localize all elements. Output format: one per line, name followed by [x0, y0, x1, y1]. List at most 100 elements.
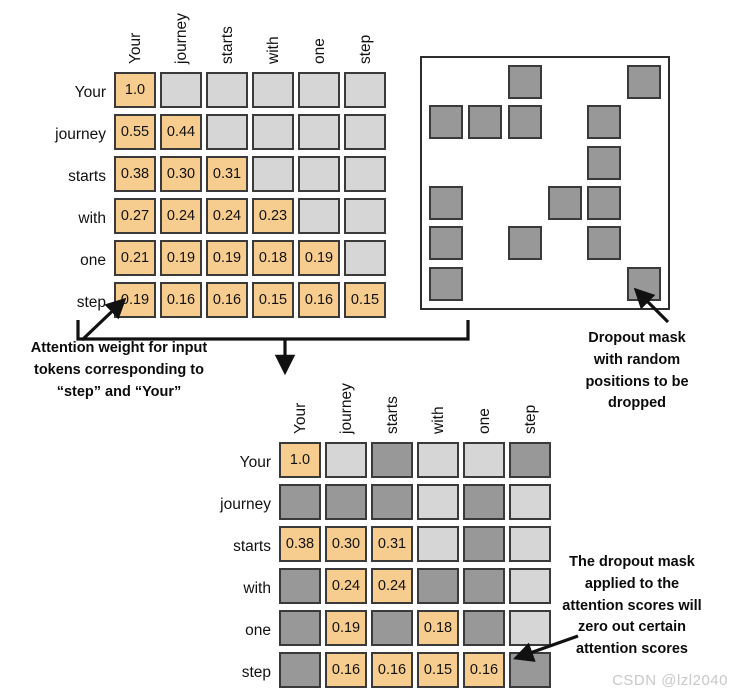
attention-row: one 0.21 0.19 0.19 0.18 0.19 [42, 240, 390, 282]
applied-note-annotation: The dropout mask applied to the attentio… [562, 554, 702, 657]
attention-cell: 0.23 [252, 198, 294, 234]
row-header-label: one [245, 622, 271, 639]
mask-cell-slot [426, 62, 466, 102]
mask-cell-slot [585, 223, 625, 263]
mask-cell-slot [624, 223, 664, 263]
row-header-label: Your [239, 454, 271, 471]
mask-cell-kept [468, 146, 502, 180]
mask-cell-slot [466, 183, 506, 223]
masked-cell [509, 484, 551, 520]
column-header-label: step [357, 34, 374, 64]
mask-cell-dropped [508, 226, 543, 261]
attention-cell: 0.27 [114, 198, 156, 234]
mask-cell-dropped [508, 65, 543, 100]
mask-cell-dropped [587, 226, 622, 261]
row-header-label: step [241, 664, 271, 681]
mask-cell-dropped [428, 186, 463, 221]
mask-cell-dropped [428, 105, 463, 140]
mask-cell-kept [627, 105, 661, 139]
attention-weight-annotation: Attention weight for input tokens corres… [30, 340, 208, 400]
mask-cell-kept [548, 267, 582, 301]
dropout-mask-panel [420, 56, 670, 310]
mask-cell-dropped [428, 266, 463, 301]
masked-cell: 0.16 [325, 652, 367, 688]
figure-canvas: Your journey starts with one step Your 1.… [0, 0, 736, 693]
attention-cell: 0.18 [252, 240, 294, 276]
attention-matrix-body: Your 1.0 journey 0.55 0.44 starts 0.38 0.30 0.31… [42, 72, 390, 324]
row-header-label: starts [233, 538, 271, 555]
mask-cell-slot [585, 183, 625, 223]
column-header: starts [206, 8, 252, 66]
attention-row: journey 0.55 0.44 [42, 114, 390, 156]
mask-cell-slot [624, 102, 664, 142]
column-header-label: Your [292, 402, 309, 434]
column-header: one [298, 8, 344, 66]
attention-cell: 0.15 [252, 282, 294, 318]
attention-cell [344, 72, 386, 108]
masked-cell [371, 442, 413, 478]
column-header: step [344, 8, 390, 66]
mask-cell-slot [505, 102, 545, 142]
mask-cell-dropped [547, 186, 582, 221]
mask-cell-slot [624, 62, 664, 102]
row-header-label: step [76, 294, 106, 311]
mask-cell-kept [587, 65, 621, 99]
dropout-mask-annotation: Dropout mask with random positions to be… [585, 330, 689, 412]
row-header-label: with [78, 210, 106, 227]
column-header-label: Your [127, 32, 144, 64]
mask-cell-kept [508, 267, 542, 301]
mask-cell-dropped [627, 65, 662, 100]
attention-cell: 0.19 [206, 240, 248, 276]
mask-cell-slot [466, 102, 506, 142]
mask-cell-slot [624, 183, 664, 223]
column-header: Your [279, 378, 325, 436]
attention-row: starts 0.38 0.30 0.31 [42, 156, 390, 198]
masked-cell [417, 568, 459, 604]
attention-cell [252, 72, 294, 108]
masked-cell [463, 442, 505, 478]
attention-row: step 0.19 0.16 0.16 0.15 0.16 0.15 [42, 282, 390, 324]
column-header: journey [325, 378, 371, 436]
mask-cell-slot [505, 62, 545, 102]
attention-cell [160, 72, 202, 108]
row-header-label: with [243, 580, 271, 597]
mask-cell-slot [545, 143, 585, 183]
mask-cell-slot [545, 223, 585, 263]
mask-cell-slot [466, 62, 506, 102]
column-header-label: journey [173, 13, 190, 64]
mask-cell-kept [468, 65, 502, 99]
mask-cell-kept [508, 186, 542, 220]
attention-cell: 0.19 [114, 282, 156, 318]
attention-cell [252, 156, 294, 192]
attention-cell [344, 114, 386, 150]
column-header: with [417, 378, 463, 436]
mask-cell-dropped [428, 226, 463, 261]
mask-cell-slot [585, 264, 625, 304]
column-header-label: starts [384, 396, 401, 434]
mask-cell-slot [466, 264, 506, 304]
attention-cell: 0.24 [160, 198, 202, 234]
masked-row: step 0.16 0.16 0.15 0.16 [207, 652, 555, 694]
attention-row: Your 1.0 [42, 72, 390, 114]
mask-cell-kept [548, 226, 582, 260]
attention-cell: 0.31 [206, 156, 248, 192]
masked-matrix-body: Your 1.0 journey starts 0.38 0.30 0.31 with 0.24… [207, 442, 555, 694]
column-header: one [463, 378, 509, 436]
column-header-label: one [476, 408, 493, 434]
mask-cell-slot [545, 62, 585, 102]
mask-cell-slot [585, 143, 625, 183]
mask-cell-dropped [587, 186, 622, 221]
attention-cell: 0.16 [160, 282, 202, 318]
attention-cell: 0.55 [114, 114, 156, 150]
dropout-mask-grid [422, 58, 668, 308]
attention-cell: 0.38 [114, 156, 156, 192]
row-header-label: one [80, 252, 106, 269]
attention-cell: 0.30 [160, 156, 202, 192]
attention-cell: 0.19 [160, 240, 202, 276]
mask-cell-slot [466, 223, 506, 263]
mask-cell-slot [545, 264, 585, 304]
masked-cell: 0.24 [371, 568, 413, 604]
column-header-label: step [522, 404, 539, 434]
masked-cell [417, 526, 459, 562]
mask-cell-slot [505, 183, 545, 223]
